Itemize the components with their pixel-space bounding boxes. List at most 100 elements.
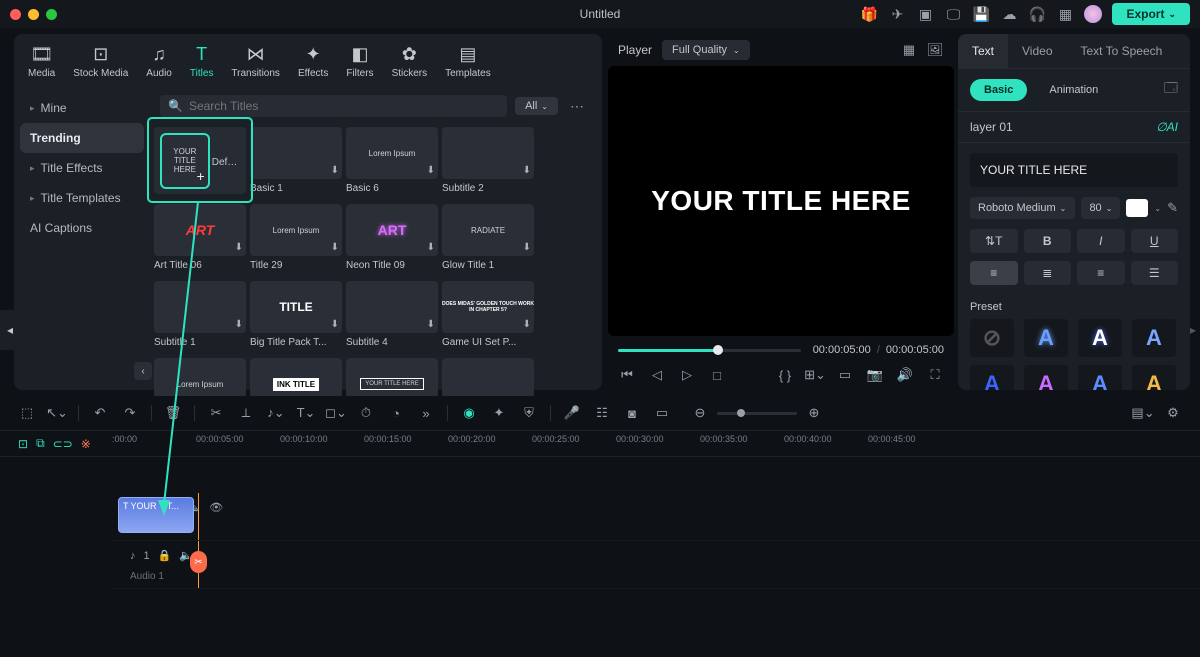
font-size[interactable]: 80⌄ [1081,197,1120,219]
title-card-1[interactable]: ⬇Basic 1 [250,127,342,194]
filter-all[interactable]: All⌄ [515,97,558,115]
image-view-icon[interactable]: 🖼 [926,41,944,59]
audio-lock-icon[interactable]: 🔒 [158,549,172,562]
ai-icon[interactable]: ∅AI [1156,120,1178,134]
title-card-9[interactable]: TITLE⬇Big Title Pack T... [250,281,342,348]
delete-icon[interactable]: 🗑 [164,404,182,422]
pointer-tool-icon[interactable]: ↖⌄ [48,404,66,422]
snapshot-icon[interactable]: 📷 [866,366,884,384]
select-tool-icon[interactable]: ⬚ [18,404,36,422]
speed-icon[interactable]: ⏱ [357,404,375,422]
title-card-8[interactable]: ⬇Subtitle 1 [154,281,246,348]
audio-track-icon[interactable]: ♪ [130,550,136,562]
eyedropper-icon[interactable]: ✎ [1167,200,1178,216]
title-card-11[interactable]: DOES MIDAS' GOLDEN TOUCH WORK IN CHAPTER… [442,281,534,348]
stop-icon[interactable]: □ [708,366,726,384]
tab-templates[interactable]: ▤Templates [445,44,491,79]
search-titles[interactable]: 🔍 [160,95,507,117]
preview-viewport[interactable]: YOUR TITLE HERE [608,66,954,336]
zoom-out-icon[interactable]: ⊖ [691,404,709,422]
display-icon[interactable]: 🖵 [944,5,962,23]
mixer-icon[interactable]: ☷ [593,404,611,422]
rtab-text[interactable]: Text [958,34,1008,68]
media-icon[interactable]: ▣ [916,5,934,23]
redo-icon[interactable]: ↷ [121,404,139,422]
tab-effects[interactable]: ✦Effects [298,44,328,79]
sidebar-trending[interactable]: Trending [20,123,144,153]
tab-stickers[interactable]: ✿Stickers [392,44,428,79]
more-tools-icon[interactable]: » [417,404,435,422]
preset-2[interactable]: A [1078,319,1122,357]
send-icon[interactable]: ✈ [888,5,906,23]
shield-icon[interactable]: ⛨ [520,404,538,422]
snap-icon[interactable]: ⊡ [18,437,28,451]
zoom-in-icon[interactable]: ⊕ [805,404,823,422]
underline-icon[interactable]: U [1131,229,1179,253]
record-icon[interactable]: ◙ [623,404,641,422]
sidebar-title-effects[interactable]: ▸Title Effects [20,153,144,183]
ai-tool-icon[interactable]: ◉ [460,404,478,422]
apps-icon[interactable]: ▦ [1056,5,1074,23]
headphones-icon[interactable]: 🎧 [1028,5,1046,23]
mic-icon[interactable]: 🎤 [563,404,581,422]
tab-transitions[interactable]: ⋈Transitions [231,44,280,79]
track-view-icon[interactable]: ▤⌄ [1134,404,1152,422]
font-select[interactable]: Roboto Medium⌄ [970,197,1075,219]
subtab-basic[interactable]: Basic [970,79,1027,101]
link-icon[interactable]: ⧉ [36,436,45,451]
text-tool-icon[interactable]: T⌄ [297,404,315,422]
audio-mute-icon[interactable]: 🔈 [179,549,193,562]
preset-7[interactable]: A [1132,365,1176,390]
color-swatch[interactable] [1126,199,1148,217]
more-icon[interactable]: ⋯ [566,98,588,115]
scrub-track[interactable] [618,349,801,352]
title-card-3[interactable]: ⬇Subtitle 2 [442,127,534,194]
preset-none[interactable]: ⊘ [970,319,1014,357]
preset-5[interactable]: A [1024,365,1068,390]
title-text-input[interactable]: YOUR TITLE HERE [970,153,1178,187]
bold-icon[interactable]: B [1024,229,1072,253]
preset-3[interactable]: A [1132,319,1176,357]
title-card-10[interactable]: ⬇Subtitle 4 [346,281,438,348]
crop-icon[interactable]: ⟂ [237,404,255,422]
play-icon[interactable]: ▷ [678,366,696,384]
magnet-icon[interactable]: ⊂⊃ [53,437,73,451]
title-card-2[interactable]: Lorem Ipsum⬇Basic 6 [346,127,438,194]
italic-icon[interactable]: I [1077,229,1125,253]
mask-icon[interactable]: ◻⌄ [327,404,345,422]
tab-media[interactable]: 🎞Media [28,44,55,79]
cloud-icon[interactable]: ☁ [1000,5,1018,23]
preset-4[interactable]: A [970,365,1014,390]
grid-view-icon[interactable]: ▦ [900,41,918,59]
align-justify-icon[interactable]: ☰ [1131,261,1179,285]
ripple-icon[interactable]: ※ [81,437,91,451]
save-icon[interactable]: 💾 [972,5,990,23]
prev-frame-icon[interactable]: ⏮ [618,366,636,384]
step-back-icon[interactable]: ◁ [648,366,666,384]
marker-icon[interactable]: ▭ [653,404,671,422]
minimize-window[interactable] [28,9,39,20]
align-right-icon[interactable]: ≡ [1077,261,1125,285]
title-card-7[interactable]: RADIATE⬇Glow Title 1 [442,204,534,271]
markers-icon[interactable]: { } [776,366,794,384]
fullscreen-icon[interactable]: ⛶ [926,366,944,384]
title-clip[interactable]: TYOUR TIT... [118,497,194,533]
avatar-icon[interactable] [1084,5,1102,23]
search-input[interactable] [189,99,499,113]
left-flyout[interactable]: ◂ [0,310,20,350]
tab-filters[interactable]: ◧Filters [346,44,373,79]
right-flyout[interactable]: ▸ [1186,310,1200,350]
split-icon[interactable]: ✂ [207,404,225,422]
close-window[interactable] [10,9,21,20]
effects-tool-icon[interactable]: ✦ [490,404,508,422]
title-card-0[interactable]: YOUR TITLE HERE+Default Title [154,127,246,194]
preset-1[interactable]: A [1024,319,1068,357]
tab-titles[interactable]: TTitles [190,44,214,79]
volume-icon[interactable]: 🔊 [896,366,914,384]
sidebar-mine[interactable]: ▸Mine [20,93,144,123]
layout-icon[interactable]: ⊞⌄ [806,366,824,384]
align-center-icon[interactable]: ≣ [1024,261,1072,285]
gift-icon[interactable]: 🎁 [860,5,878,23]
rtab-video[interactable]: Video [1008,34,1066,68]
rtab-tts[interactable]: Text To Speech [1067,34,1177,68]
